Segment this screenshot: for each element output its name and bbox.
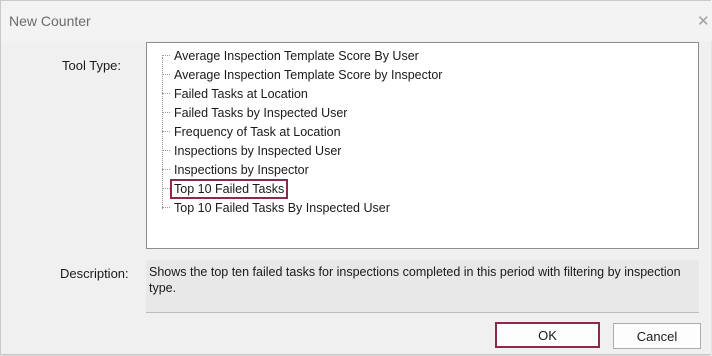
dialog-title: New Counter <box>9 13 91 29</box>
tool-type-label: Tool Type: <box>62 58 122 73</box>
tree-item-top-10-failed-tasks-by-inspected-user[interactable]: Top 10 Failed Tasks By Inspected User <box>162 199 392 216</box>
new-counter-dialog: New Counter ✕ Tool Type: Average Inspect… <box>0 0 712 355</box>
tree-item-label: Frequency of Task at Location <box>174 124 341 139</box>
tree-item-label: Inspections by Inspected User <box>174 143 342 158</box>
tree-item-failed-tasks-by-inspected-user[interactable]: Failed Tasks by Inspected User <box>162 104 349 121</box>
description-label: Description: <box>60 266 129 281</box>
tree-item-label: Average Inspection Template Score By Use… <box>174 48 419 63</box>
description-box: Shows the top ten failed tasks for inspe… <box>146 260 699 313</box>
tree-item-inspections-by-inspector[interactable]: Inspections by Inspector <box>162 161 311 178</box>
tree-item-average-score-by-inspector[interactable]: Average Inspection Template Score by Ins… <box>162 66 444 83</box>
tree-item-failed-tasks-at-location[interactable]: Failed Tasks at Location <box>162 85 310 102</box>
tree-item-average-score-by-user[interactable]: Average Inspection Template Score By Use… <box>162 47 421 64</box>
tree-item-label: Top 10 Failed Tasks By Inspected User <box>174 200 390 215</box>
tool-type-tree[interactable]: Average Inspection Template Score By Use… <box>146 42 699 249</box>
tree-item-label: Average Inspection Template Score by Ins… <box>174 67 443 82</box>
cancel-button[interactable]: Cancel <box>613 323 701 349</box>
ok-button[interactable]: OK <box>495 322 600 348</box>
title-bar: New Counter ✕ <box>1 1 712 41</box>
tree-item-inspections-by-inspected-user[interactable]: Inspections by Inspected User <box>162 142 343 159</box>
tree-item-frequency-of-task[interactable]: Frequency of Task at Location <box>162 123 343 140</box>
tree-item-top-10-failed-tasks[interactable]: Top 10 Failed Tasks <box>162 178 289 199</box>
tree-item-label: Failed Tasks at Location <box>174 86 308 101</box>
close-icon[interactable]: ✕ <box>697 12 710 30</box>
tree-item-label-selected: Top 10 Failed Tasks <box>169 178 289 199</box>
tree-item-label: Inspections by Inspector <box>174 162 309 177</box>
description-text: Shows the top ten failed tasks for inspe… <box>149 265 681 295</box>
tree-item-label: Failed Tasks by Inspected User <box>174 105 348 120</box>
